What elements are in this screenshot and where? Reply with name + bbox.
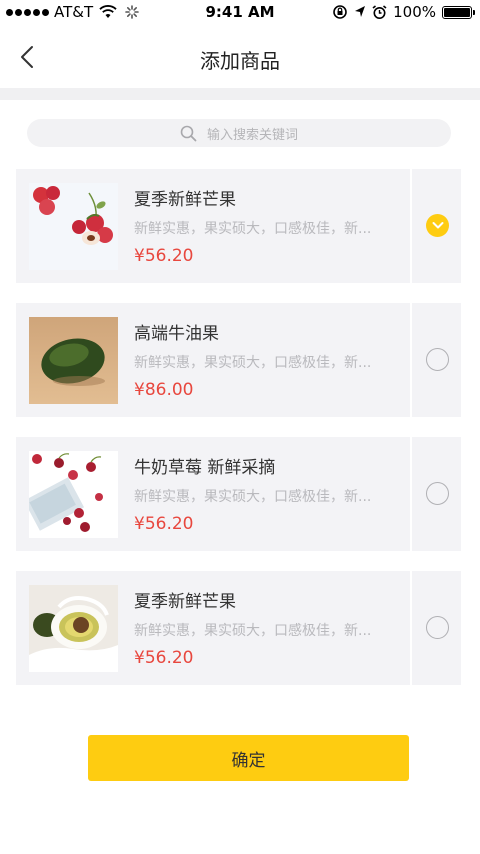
product-card[interactable]: 牛奶草莓 新鲜采摘 新鲜实惠，果实硕大，口感极佳，新... ¥56.20	[16, 437, 461, 551]
location-icon	[355, 6, 366, 17]
confirm-button[interactable]: 确定	[88, 735, 409, 781]
avocado-image	[29, 317, 118, 404]
alarm-icon	[372, 4, 387, 19]
product-name: 夏季新鲜芒果	[134, 190, 236, 210]
unchecked-radio-icon[interactable]	[426, 482, 449, 505]
product-price: ¥56.20	[134, 246, 194, 266]
product-info[interactable]: 牛奶草莓 新鲜采摘 新鲜实惠，果实硕大，口感极佳，新... ¥56.20	[16, 437, 408, 551]
product-card[interactable]: 夏季新鲜芒果 新鲜实惠，果实硕大，口感极佳，新... ¥56.20	[16, 571, 461, 685]
unchecked-radio-icon[interactable]	[426, 616, 449, 639]
product-description: 新鲜实惠，果实硕大，口感极佳，新...	[134, 623, 372, 639]
product-description: 新鲜实惠，果实硕大，口感极佳，新...	[134, 221, 372, 237]
search-placeholder: 输入搜索关键词	[206, 127, 298, 143]
search-input[interactable]: 输入搜索关键词	[27, 119, 451, 147]
select-area[interactable]	[410, 571, 461, 685]
section-divider	[0, 88, 480, 100]
status-bar: AT&T 9:41 AM 100%	[0, 0, 480, 26]
checked-radio-icon[interactable]	[426, 214, 449, 237]
product-name: 夏季新鲜芒果	[134, 592, 236, 612]
cherries-image	[29, 451, 118, 538]
navigation-bar: 添加商品	[0, 26, 480, 88]
battery-icon	[442, 5, 475, 19]
battery-label: 100%	[393, 3, 436, 21]
select-area[interactable]	[410, 303, 461, 417]
page-title: 添加商品	[200, 49, 280, 73]
status-right-group: 100%	[332, 3, 475, 21]
product-description: 新鲜实惠，果实硕大，口感极佳，新...	[134, 489, 372, 505]
product-card[interactable]: 夏季新鲜芒果 新鲜实惠，果实硕大，口感极佳，新... ¥56.20	[16, 169, 461, 283]
search-icon	[180, 125, 197, 141]
product-name: 高端牛油果	[134, 324, 219, 344]
lychee-image	[29, 183, 118, 270]
product-info[interactable]: 夏季新鲜芒果 新鲜实惠，果实硕大，口感极佳，新... ¥56.20	[16, 571, 408, 685]
product-description: 新鲜实惠，果实硕大，口感极佳，新...	[134, 355, 372, 371]
product-price: ¥56.20	[134, 648, 194, 668]
unchecked-radio-icon[interactable]	[426, 348, 449, 371]
product-price: ¥86.00	[134, 380, 194, 400]
rotation-lock-icon	[333, 5, 347, 19]
product-card[interactable]: 高端牛油果 新鲜实惠，果实硕大，口感极佳，新... ¥86.00	[16, 303, 461, 417]
product-list: 夏季新鲜芒果 新鲜实惠，果实硕大，口感极佳，新... ¥56.20 高端牛油果 …	[16, 169, 461, 705]
product-info[interactable]: 夏季新鲜芒果 新鲜实惠，果实硕大，口感极佳，新... ¥56.20	[16, 169, 408, 283]
confirm-button-label: 确定	[231, 750, 266, 771]
avocado-half-image	[29, 585, 118, 672]
select-area[interactable]	[410, 437, 461, 551]
select-area[interactable]	[410, 169, 461, 283]
product-name: 牛奶草莓 新鲜采摘	[134, 458, 276, 478]
product-info[interactable]: 高端牛油果 新鲜实惠，果实硕大，口感极佳，新... ¥86.00	[16, 303, 408, 417]
product-price: ¥56.20	[134, 514, 194, 534]
